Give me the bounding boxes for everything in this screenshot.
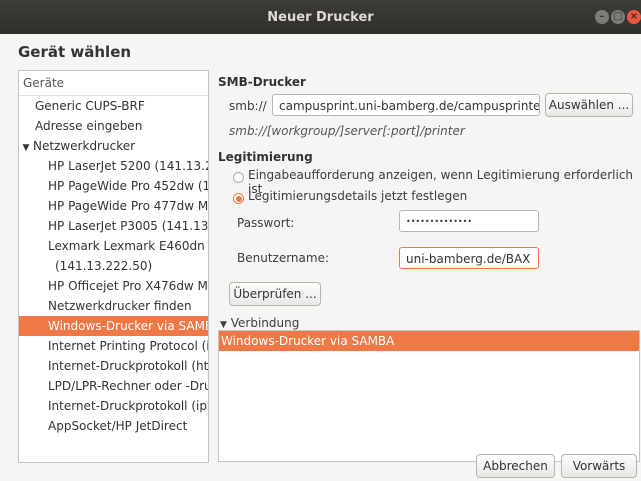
device-item[interactable]: HP LaserJet P3005 (141.13.2 [19,216,208,236]
device-item[interactable]: Internet Printing Protocol (ip [19,336,208,356]
device-item[interactable]: HP Officejet Pro X476dw MF [19,276,208,296]
cancel-button[interactable]: Abbrechen [476,454,555,478]
password-label: Passwort: [237,216,295,230]
device-item[interactable]: Generic CUPS-BRF [19,96,208,116]
browse-button[interactable]: Auswählen ... [545,93,633,117]
device-item-continued[interactable]: (141.13.222.50) [19,256,208,276]
minimize-icon[interactable]: – [595,10,609,24]
forward-button[interactable]: Vorwärts [561,454,637,478]
expander-down-icon[interactable]: ▼ [220,320,227,330]
username-label: Benutzername: [237,251,330,265]
connection-list[interactable]: Windows-Drucker via SAMBA [218,330,640,462]
window-titlebar: Neuer Drucker – □ × [0,0,641,34]
radio-set-label[interactable]: Legitimierungsdetails jetzt festlegen [248,189,467,203]
device-item[interactable]: HP PageWide Pro 477dw MF [19,196,208,216]
maximize-icon[interactable]: □ [611,10,625,24]
username-field[interactable]: uni-bamberg.de/BAX [399,247,539,269]
window-title: Neuer Drucker [267,10,374,25]
connection-label: Verbindung [230,316,300,330]
device-item[interactable]: Internet-Druckprotokoll (htt [19,356,208,376]
device-group-label: Netzwerkdrucker [33,139,136,153]
auth-section-title: Legitimierung [218,150,313,164]
device-list[interactable]: Geräte Generic CUPS-BRF Adresse eingeben… [18,70,209,463]
connection-row-selected[interactable]: Windows-Drucker via SAMBA [219,331,639,351]
device-item[interactable]: Lexmark Lexmark E460dn (1 [19,236,208,256]
close-icon[interactable]: × [627,10,641,24]
radio-prompt-auth[interactable] [233,172,244,183]
smb-section-title: SMB-Drucker [218,75,306,89]
device-list-header: Geräte [19,71,208,96]
device-item[interactable]: HP PageWide Pro 452dw (14 [19,176,208,196]
device-item[interactable]: Netzwerkdrucker finden [19,296,208,316]
device-item[interactable]: Adresse eingeben [19,116,208,136]
password-field[interactable]: •••••••••••••• [399,210,539,232]
smb-prefix: smb:// [229,99,267,113]
expander-down-icon[interactable]: ▼ [19,138,33,156]
device-group-network[interactable]: ▼ Netzwerkdrucker [19,136,208,156]
device-item-selected[interactable]: Windows-Drucker via SAMBA [19,316,208,336]
device-item[interactable]: AppSocket/HP JetDirect [19,416,208,436]
verify-button[interactable]: Überprüfen ... [229,282,321,306]
smb-url-input[interactable]: campusprint.uni-bamberg.de/campusprinte [272,94,540,116]
device-item[interactable]: HP LaserJet 5200 (141.13.222 [19,156,208,176]
page-title: Gerät wählen [18,43,132,61]
radio-set-auth-now[interactable] [233,193,244,204]
device-item[interactable]: Internet-Druckprotokoll (ipp [19,396,208,416]
smb-format-hint: smb://[workgroup/]server[:port]/printer [229,124,465,138]
device-item[interactable]: LPD/LPR-Rechner oder -Druc [19,376,208,396]
connection-expander[interactable]: ▼ Verbindung [220,316,299,330]
